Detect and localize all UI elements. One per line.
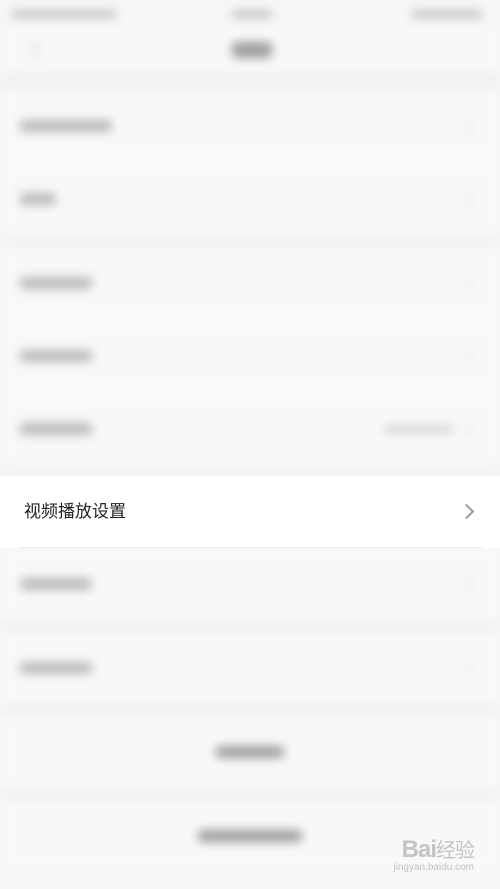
watermark-url: jingyan.baidu.com xyxy=(393,862,474,873)
navigation-bar xyxy=(0,28,500,72)
status-bar xyxy=(0,0,500,28)
video-playback-settings-label: 视频播放设置 xyxy=(24,502,126,522)
settings-row-5[interactable] xyxy=(0,393,500,465)
baidu-jingyan-watermark: Bai经验 jingyan.baidu.com xyxy=(393,834,475,873)
watermark-brand: Bai经验 xyxy=(401,836,475,863)
settings-row-4[interactable] xyxy=(0,320,500,392)
back-icon[interactable] xyxy=(29,40,49,60)
divider xyxy=(18,547,482,548)
page-title xyxy=(232,42,272,58)
settings-row-3[interactable] xyxy=(0,247,500,319)
settings-screen: 视频播放设置 Bai经验 jingyan.baidu.com xyxy=(0,0,500,889)
chevron-right-icon xyxy=(458,503,475,520)
settings-action-1[interactable] xyxy=(0,716,500,788)
blurred-background xyxy=(0,0,500,889)
settings-row-7[interactable] xyxy=(0,548,500,620)
settings-row-8[interactable] xyxy=(0,632,500,704)
settings-row-1[interactable] xyxy=(0,90,500,162)
video-playback-settings-row[interactable]: 视频播放设置 xyxy=(0,476,500,548)
settings-row-2[interactable] xyxy=(0,163,500,235)
